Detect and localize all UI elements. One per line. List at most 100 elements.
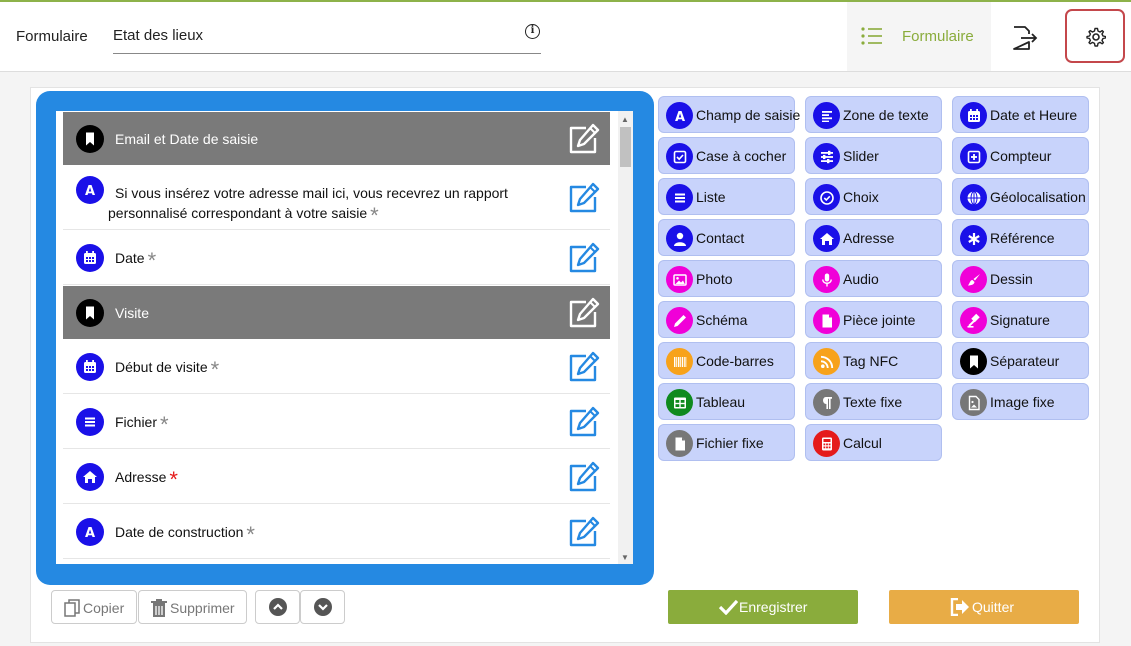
bookmark-icon [76,299,104,327]
palette-item-label: Référence [990,230,1055,246]
palette-item-calcul[interactable]: Calcul [805,424,942,461]
palette-item-label: Date et Heure [990,107,1078,123]
palette-item-date-et-heure[interactable]: Date et Heure [952,96,1089,133]
calculator-icon [813,430,840,457]
palette-item-tableau[interactable]: Tableau [658,383,795,420]
scroll-up-icon[interactable]: ▲ [621,115,629,124]
palette-item-choix[interactable]: Choix [805,178,942,215]
palette-item-label: Dessin [990,271,1033,287]
delete-label: Supprimer [170,600,235,616]
gear-icon [1086,27,1106,47]
edit-icon[interactable] [566,516,600,548]
move-down-button[interactable] [300,590,345,624]
palette-item-label: Adresse [843,230,895,246]
palette-item-tag-nfc[interactable]: Tag NFC [805,342,942,379]
edit-icon[interactable] [566,297,600,329]
chevron-down-icon [314,598,332,616]
section-row[interactable]: Email et Date de saisie [63,112,610,165]
edit-icon[interactable] [566,123,600,155]
optional-asterisk: * [370,203,379,228]
info-icon[interactable]: i [525,24,540,39]
palette-item-champ-de-saisie[interactable]: A Champ de saisie [658,96,800,133]
form-fields-list[interactable]: ▲ ▼ Email et Date de saisie A Si vous insé… [56,111,633,564]
palette-item-texte-fixe[interactable]: Texte fixe [805,383,942,420]
palette-item-liste[interactable]: Liste [658,178,795,215]
microphone-icon [813,266,840,293]
palette-item-signature[interactable]: Signature [952,301,1089,338]
form-title-input[interactable] [113,27,513,44]
field-row[interactable]: A Si vous insérez votre adresse mail ici,… [63,166,610,230]
palette-item-adresse[interactable]: Adresse [805,219,942,256]
palette-item-label: Liste [696,189,726,205]
palette-item-reference[interactable]: Référence [952,219,1089,256]
palette-item-code-barres[interactable]: Code-barres [658,342,795,379]
brush-icon [960,266,987,293]
palette-item-label: Compteur [990,148,1052,164]
field-label: Si vous insérez votre adresse mail ici, … [108,183,548,227]
svg-text:A: A [85,526,95,540]
edit-icon[interactable] [566,406,600,438]
field-row[interactable]: Adresse * [63,450,610,504]
palette-item-photo[interactable]: Photo [658,260,795,297]
optional-asterisk: * [160,412,169,437]
list-icon [76,408,104,436]
palette-item-case-a-cocher[interactable]: Case à cocher [658,137,795,174]
copy-icon [64,599,80,617]
asterisk-icon [960,225,987,252]
palette-item-compteur[interactable]: Compteur [952,137,1089,174]
scrollbar[interactable]: ▲ ▼ [618,111,633,564]
logout-button[interactable] [1010,24,1038,52]
edit-icon[interactable] [566,351,600,383]
field-label-text: Email et Date de saisie [115,131,259,147]
palette-item-fichier-fixe[interactable]: Fichier fixe [658,424,795,461]
palette-item-slider[interactable]: Slider [805,137,942,174]
palette-item-label: Calcul [843,435,882,451]
sliders-icon [813,143,840,170]
field-row[interactable]: A Date de construction * [63,505,610,559]
palette-item-label: Champ de saisie [696,107,801,123]
edit-icon[interactable] [566,461,600,493]
form-title-field[interactable]: i [113,20,541,54]
field-label: Fichier * [115,414,169,436]
edit-icon[interactable] [566,242,600,274]
field-label-text: Adresse [115,469,167,485]
image-file-icon [960,389,987,416]
palette-item-dessin[interactable]: Dessin [952,260,1089,297]
delete-button[interactable]: Supprimer [138,590,247,624]
home-icon [813,225,840,252]
file-icon [813,307,840,334]
palette-item-label: Tag NFC [843,353,899,369]
save-button[interactable]: Enregistrer [668,590,858,624]
field-label-text: Visite [115,305,149,321]
copy-button[interactable]: Copier [51,590,137,624]
section-row[interactable]: Visite [63,286,610,339]
scroll-down-icon[interactable]: ▼ [621,553,629,562]
palette-item-zone-de-texte[interactable]: Zone de texte [805,96,942,133]
palette-item-audio[interactable]: Audio [805,260,942,297]
field-label: Date * [115,250,156,272]
palette-item-geolocalisation[interactable]: Géolocalisation [952,178,1089,215]
palette-item-contact[interactable]: Contact [658,219,795,256]
nav-formulaire-label: Formulaire [902,28,974,45]
text-a-icon: A [76,176,104,204]
palette-item-schema[interactable]: Schéma [658,301,795,338]
palette-item-separateur[interactable]: Séparateur [952,342,1089,379]
quit-button[interactable]: Quitter [889,590,1079,624]
optional-asterisk: * [246,522,255,547]
field-row[interactable]: Fichier * [63,395,610,449]
palette-item-label: Case à cocher [696,148,787,164]
field-row[interactable]: Début de visite * [63,340,610,394]
logout-icon [1013,26,1038,50]
palette-item-label: Image fixe [990,394,1055,410]
palette-item-piece-jointe[interactable]: Pièce jointe [805,301,942,338]
rss-icon [813,348,840,375]
nav-formulaire[interactable]: Formulaire [847,2,991,71]
palette-item-label: Signature [990,312,1050,328]
field-row[interactable]: Date * [63,231,610,285]
scrollbar-thumb[interactable] [620,127,631,167]
move-up-button[interactable] [255,590,300,624]
field-label: Visite [115,305,149,321]
edit-icon[interactable] [566,182,600,214]
palette-item-image-fixe[interactable]: Image fixe [952,383,1089,420]
settings-button[interactable] [1065,9,1125,63]
